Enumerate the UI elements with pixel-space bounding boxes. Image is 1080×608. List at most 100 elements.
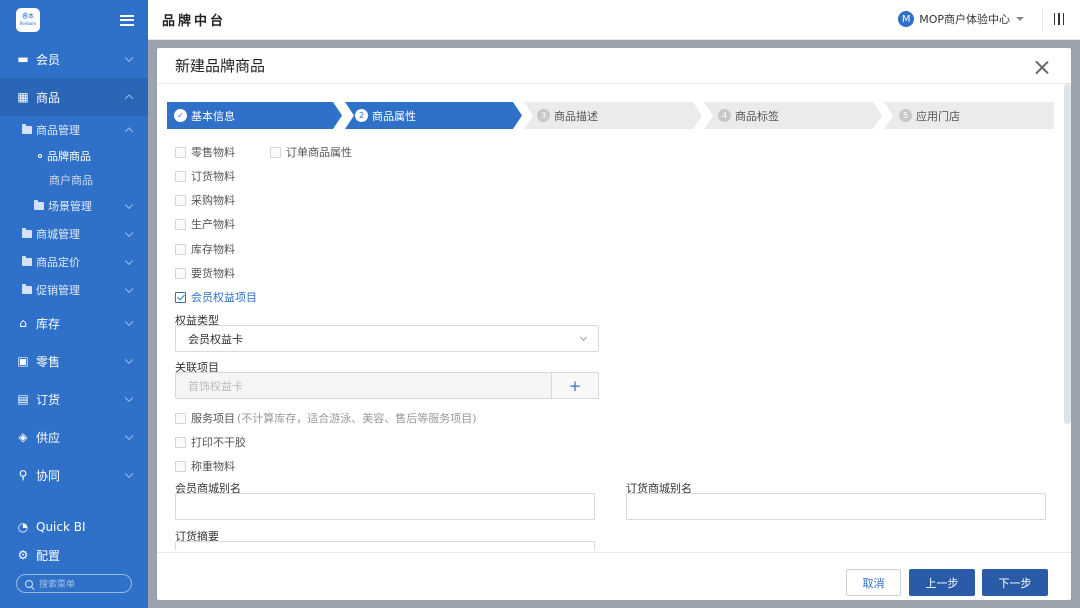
checkbox[interactable] [270, 146, 281, 158]
top-header: 品牌中台 M MOP商户体验中心 [148, 0, 1080, 40]
chevron-up-icon [124, 127, 134, 136]
checkbox-requisition[interactable]: 要货物料 [175, 265, 235, 281]
step-product-tags[interactable]: 4 商品标签 [718, 102, 779, 129]
folder-icon [22, 124, 32, 134]
checkbox-production[interactable]: 生产物料 [175, 216, 235, 232]
step-number: 4 [718, 109, 731, 122]
nav-item-supply[interactable]: ◈ 供应 [0, 418, 148, 456]
grid-icon: ▦ [17, 90, 29, 104]
user-name: MOP商户体验中心 [919, 13, 1010, 26]
nav-sub-mall-management[interactable]: 商城管理 [0, 220, 148, 248]
nav-item-quickbi[interactable]: ◔ Quick BI [0, 513, 148, 541]
nav-sub-label: 场景管理 [48, 200, 92, 213]
search-placeholder: 搜索菜单 [39, 580, 76, 590]
previous-step-button[interactable]: 上一步 [909, 569, 975, 596]
checkbox[interactable] [175, 218, 186, 230]
nav-sub-product-management[interactable]: 商品管理 [0, 116, 148, 144]
step-progress: ✓ 基本信息 2 商品属性 3 商品描述 4 商品标签 5 应用门店 [167, 102, 1054, 129]
benefit-type-select[interactable]: 会员权益卡 [175, 325, 599, 352]
order-summary-input[interactable] [175, 541, 595, 551]
menu-toggle-icon[interactable] [120, 14, 134, 26]
step-basic-info[interactable]: ✓ 基本信息 [174, 102, 235, 129]
step-product-attributes[interactable]: 2 商品属性 [355, 102, 416, 129]
step-apply-stores[interactable]: 5 应用门店 [899, 102, 960, 129]
gauge-icon: ◔ [17, 520, 29, 534]
checkbox[interactable] [175, 267, 186, 279]
benefit-type-value: 会员权益卡 [188, 332, 243, 346]
nav-item-collab[interactable]: ⚲ 协同 [0, 456, 148, 494]
checkbox[interactable] [175, 436, 186, 448]
related-item-input[interactable]: 首饰权益卡 [175, 372, 552, 399]
create-brand-product-modal: 新建品牌商品 ✓ 基本信息 2 商品属性 3 商品描述 4 商品标签 5 应用门… [157, 48, 1071, 600]
app-title: 品牌中台 [162, 14, 227, 29]
nav-leaf-merchant-products[interactable]: 商户商品 [0, 168, 148, 192]
order-alias-input[interactable] [626, 493, 1046, 520]
chevron-down-icon [579, 333, 588, 342]
document-icon: ▤ [17, 392, 29, 406]
menu-search-input[interactable]: 搜索菜单 [16, 574, 132, 593]
step-label: 商品描述 [554, 109, 598, 123]
nav-sub-label: 商品管理 [36, 124, 80, 137]
nav-item-retail[interactable]: ▣ 零售 [0, 342, 148, 380]
checkbox-label: 打印不干胶 [191, 436, 246, 449]
nav-item-product[interactable]: ▦ 商品 [0, 78, 148, 116]
nav-label: Quick BI [36, 520, 86, 534]
user-menu[interactable]: M MOP商户体验中心 [898, 11, 1024, 27]
checkbox[interactable] [175, 170, 186, 182]
checkbox[interactable] [175, 194, 186, 206]
folder-icon [22, 256, 32, 266]
checkbox-service[interactable]: 服务项目 (不计算库存，适合游泳、美容、售后等服务项目) [175, 410, 477, 426]
checkbox-print-label[interactable]: 打印不干胶 [175, 434, 246, 450]
step-label: 基本信息 [191, 109, 235, 123]
nav-sub-pricing[interactable]: 商品定价 [0, 248, 148, 276]
checkbox-label: 要货物料 [191, 267, 235, 280]
nav-label: 库存 [36, 316, 61, 331]
checkbox-checked[interactable] [175, 291, 186, 303]
sidebar: 睿本 Reebom ▬ 会员 ▦ 商品 商品管理 品牌商品 商户商品 场景管理 … [0, 0, 148, 608]
gear-icon: ⚙ [17, 548, 29, 562]
checkbox[interactable] [175, 243, 186, 255]
nav-sub-label: 商品定价 [36, 256, 80, 269]
checkbox-label: 零售物料 [191, 146, 235, 159]
checkbox[interactable] [175, 412, 186, 424]
checkbox-retail[interactable]: 零售物料 [175, 144, 235, 160]
nav-sub-label: 商城管理 [36, 228, 80, 241]
checkbox-order[interactable]: 订货物料 [175, 168, 235, 184]
add-related-button[interactable]: + [551, 372, 599, 399]
nav-leaf-brand-products[interactable]: 品牌商品 [0, 144, 148, 168]
store-icon: ▣ [17, 354, 29, 368]
mall-alias-input[interactable] [175, 493, 595, 520]
nav-item-config[interactable]: ⚙ 配置 [0, 541, 148, 569]
checkbox[interactable] [175, 146, 186, 158]
checkbox-label: 采购物料 [191, 194, 235, 207]
checkbox-purchase[interactable]: 采购物料 [175, 192, 235, 208]
checkbox-inventory[interactable]: 库存物料 [175, 241, 235, 257]
checkbox-member-benefit[interactable]: 会员权益项目 [175, 289, 257, 305]
avatar: M [898, 11, 915, 27]
checkbox-order-attr[interactable]: 订单商品属性 [270, 144, 352, 160]
next-step-button[interactable]: 下一步 [982, 569, 1048, 596]
checkbox-label: 服务项目 [191, 412, 235, 425]
columns-icon[interactable] [1054, 13, 1064, 25]
nav-sub-scene-management[interactable]: 场景管理 [0, 192, 148, 220]
folder-icon [22, 228, 32, 238]
nav-item-inventory[interactable]: ⌂ 库存 [0, 304, 148, 342]
checkbox-label: 库存物料 [191, 243, 235, 256]
step-number: 5 [899, 109, 912, 122]
nav-label: 订货 [36, 392, 61, 407]
scrollbar[interactable] [1064, 84, 1071, 424]
nav-item-ordering[interactable]: ▤ 订货 [0, 380, 148, 418]
checkbox-weigh[interactable]: 称重物料 [175, 458, 235, 474]
chevron-down-icon [124, 200, 134, 210]
checkbox[interactable] [175, 460, 186, 472]
step-label: 应用门店 [916, 109, 960, 123]
nav-sub-label: 促销管理 [36, 284, 80, 297]
chevron-down-icon [124, 256, 134, 266]
nav-item-member[interactable]: ▬ 会员 [0, 40, 148, 78]
nav-sub-promo[interactable]: 促销管理 [0, 276, 148, 304]
checkbox-label: 称重物料 [191, 460, 235, 473]
close-icon[interactable] [1035, 60, 1049, 74]
cancel-button[interactable]: 取消 [846, 569, 901, 596]
step-product-description[interactable]: 3 商品描述 [537, 102, 598, 129]
selected-dot-icon [38, 154, 42, 158]
